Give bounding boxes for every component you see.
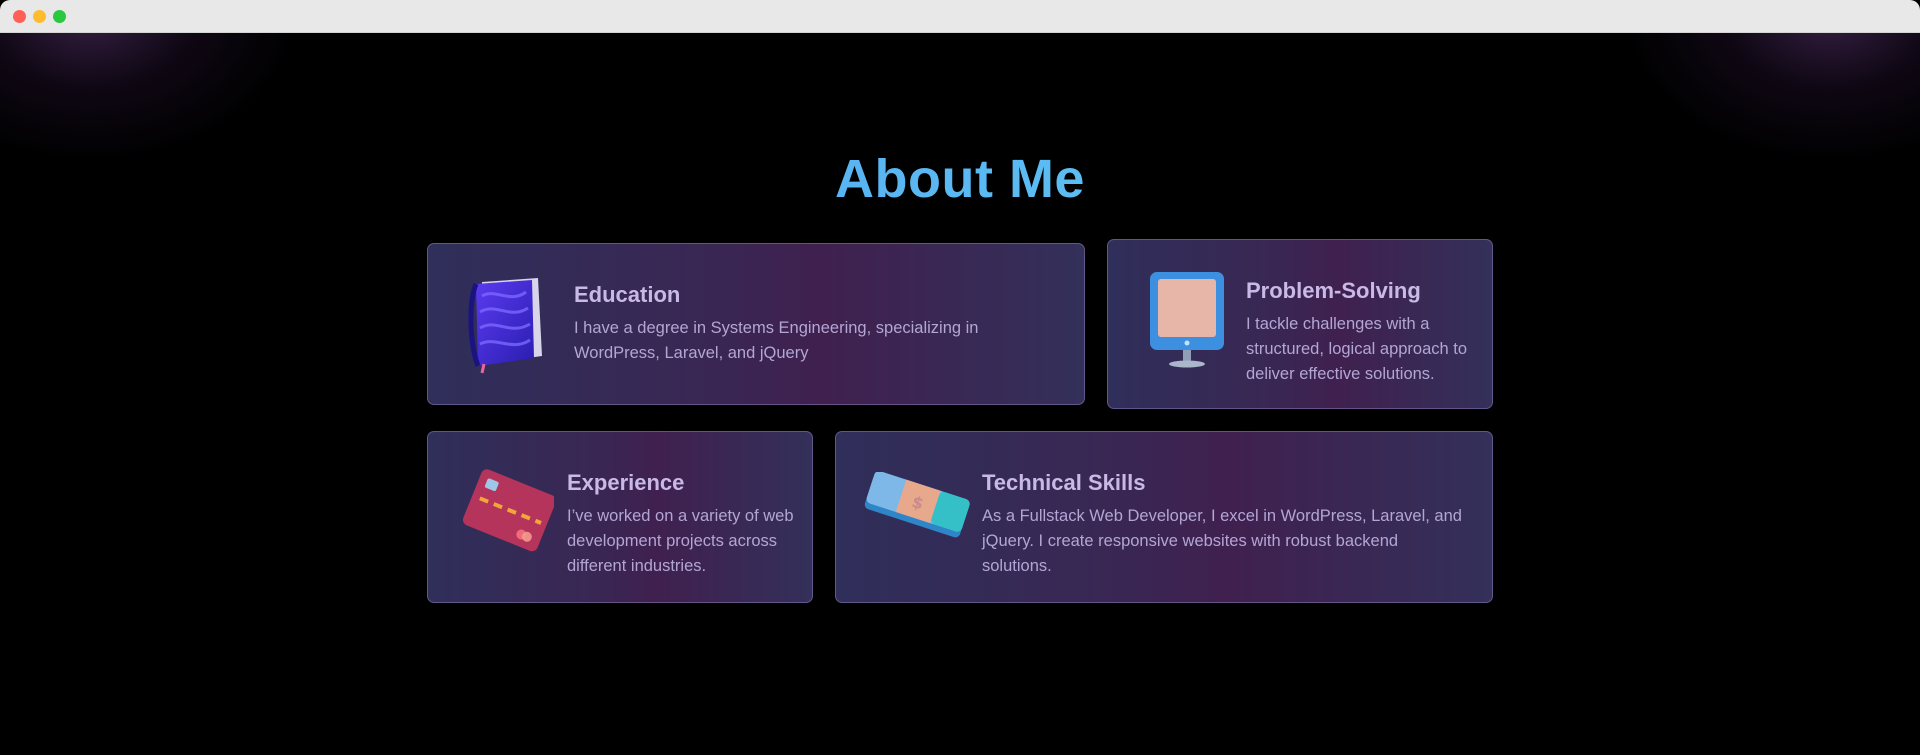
problem-solving-title: Problem-Solving <box>1246 278 1421 303</box>
monitor-icon <box>1148 270 1228 370</box>
technical-skills-card: $ Technical Skills As a Fullstack Web De… <box>835 431 1493 603</box>
window-titlebar <box>0 0 1920 33</box>
technical-skills-title: Technical Skills <box>982 470 1146 495</box>
minimize-window-button[interactable] <box>33 10 46 23</box>
problem-solving-card: Problem-Solving I tackle challenges with… <box>1107 239 1493 409</box>
book-icon <box>460 274 550 374</box>
education-title: Education <box>574 282 681 307</box>
close-window-button[interactable] <box>13 10 26 23</box>
technical-skills-text: As a Fullstack Web Developer, I excel in… <box>982 507 1462 575</box>
browser-window: About Me Education I have a degree in Sy… <box>0 0 1920 755</box>
background-glow-right <box>1620 33 1920 163</box>
maximize-window-button[interactable] <box>53 10 66 23</box>
education-text: I have a degree in Systems Engineering, … <box>574 319 979 362</box>
problem-solving-text: I tackle challenges with a structured, l… <box>1246 315 1468 383</box>
experience-text: I’ve worked on a variety of web developm… <box>567 507 794 575</box>
background-glow-left <box>0 33 300 163</box>
banknote-icon: $ <box>862 471 970 544</box>
credit-card-icon <box>462 462 557 566</box>
page-content: About Me Education I have a degree in Sy… <box>0 33 1920 755</box>
experience-card: Experience I’ve worked on a variety of w… <box>427 431 813 603</box>
about-me-title: About Me <box>0 148 1920 210</box>
experience-title: Experience <box>567 470 685 495</box>
education-card: Education I have a degree in Systems Eng… <box>427 243 1085 405</box>
